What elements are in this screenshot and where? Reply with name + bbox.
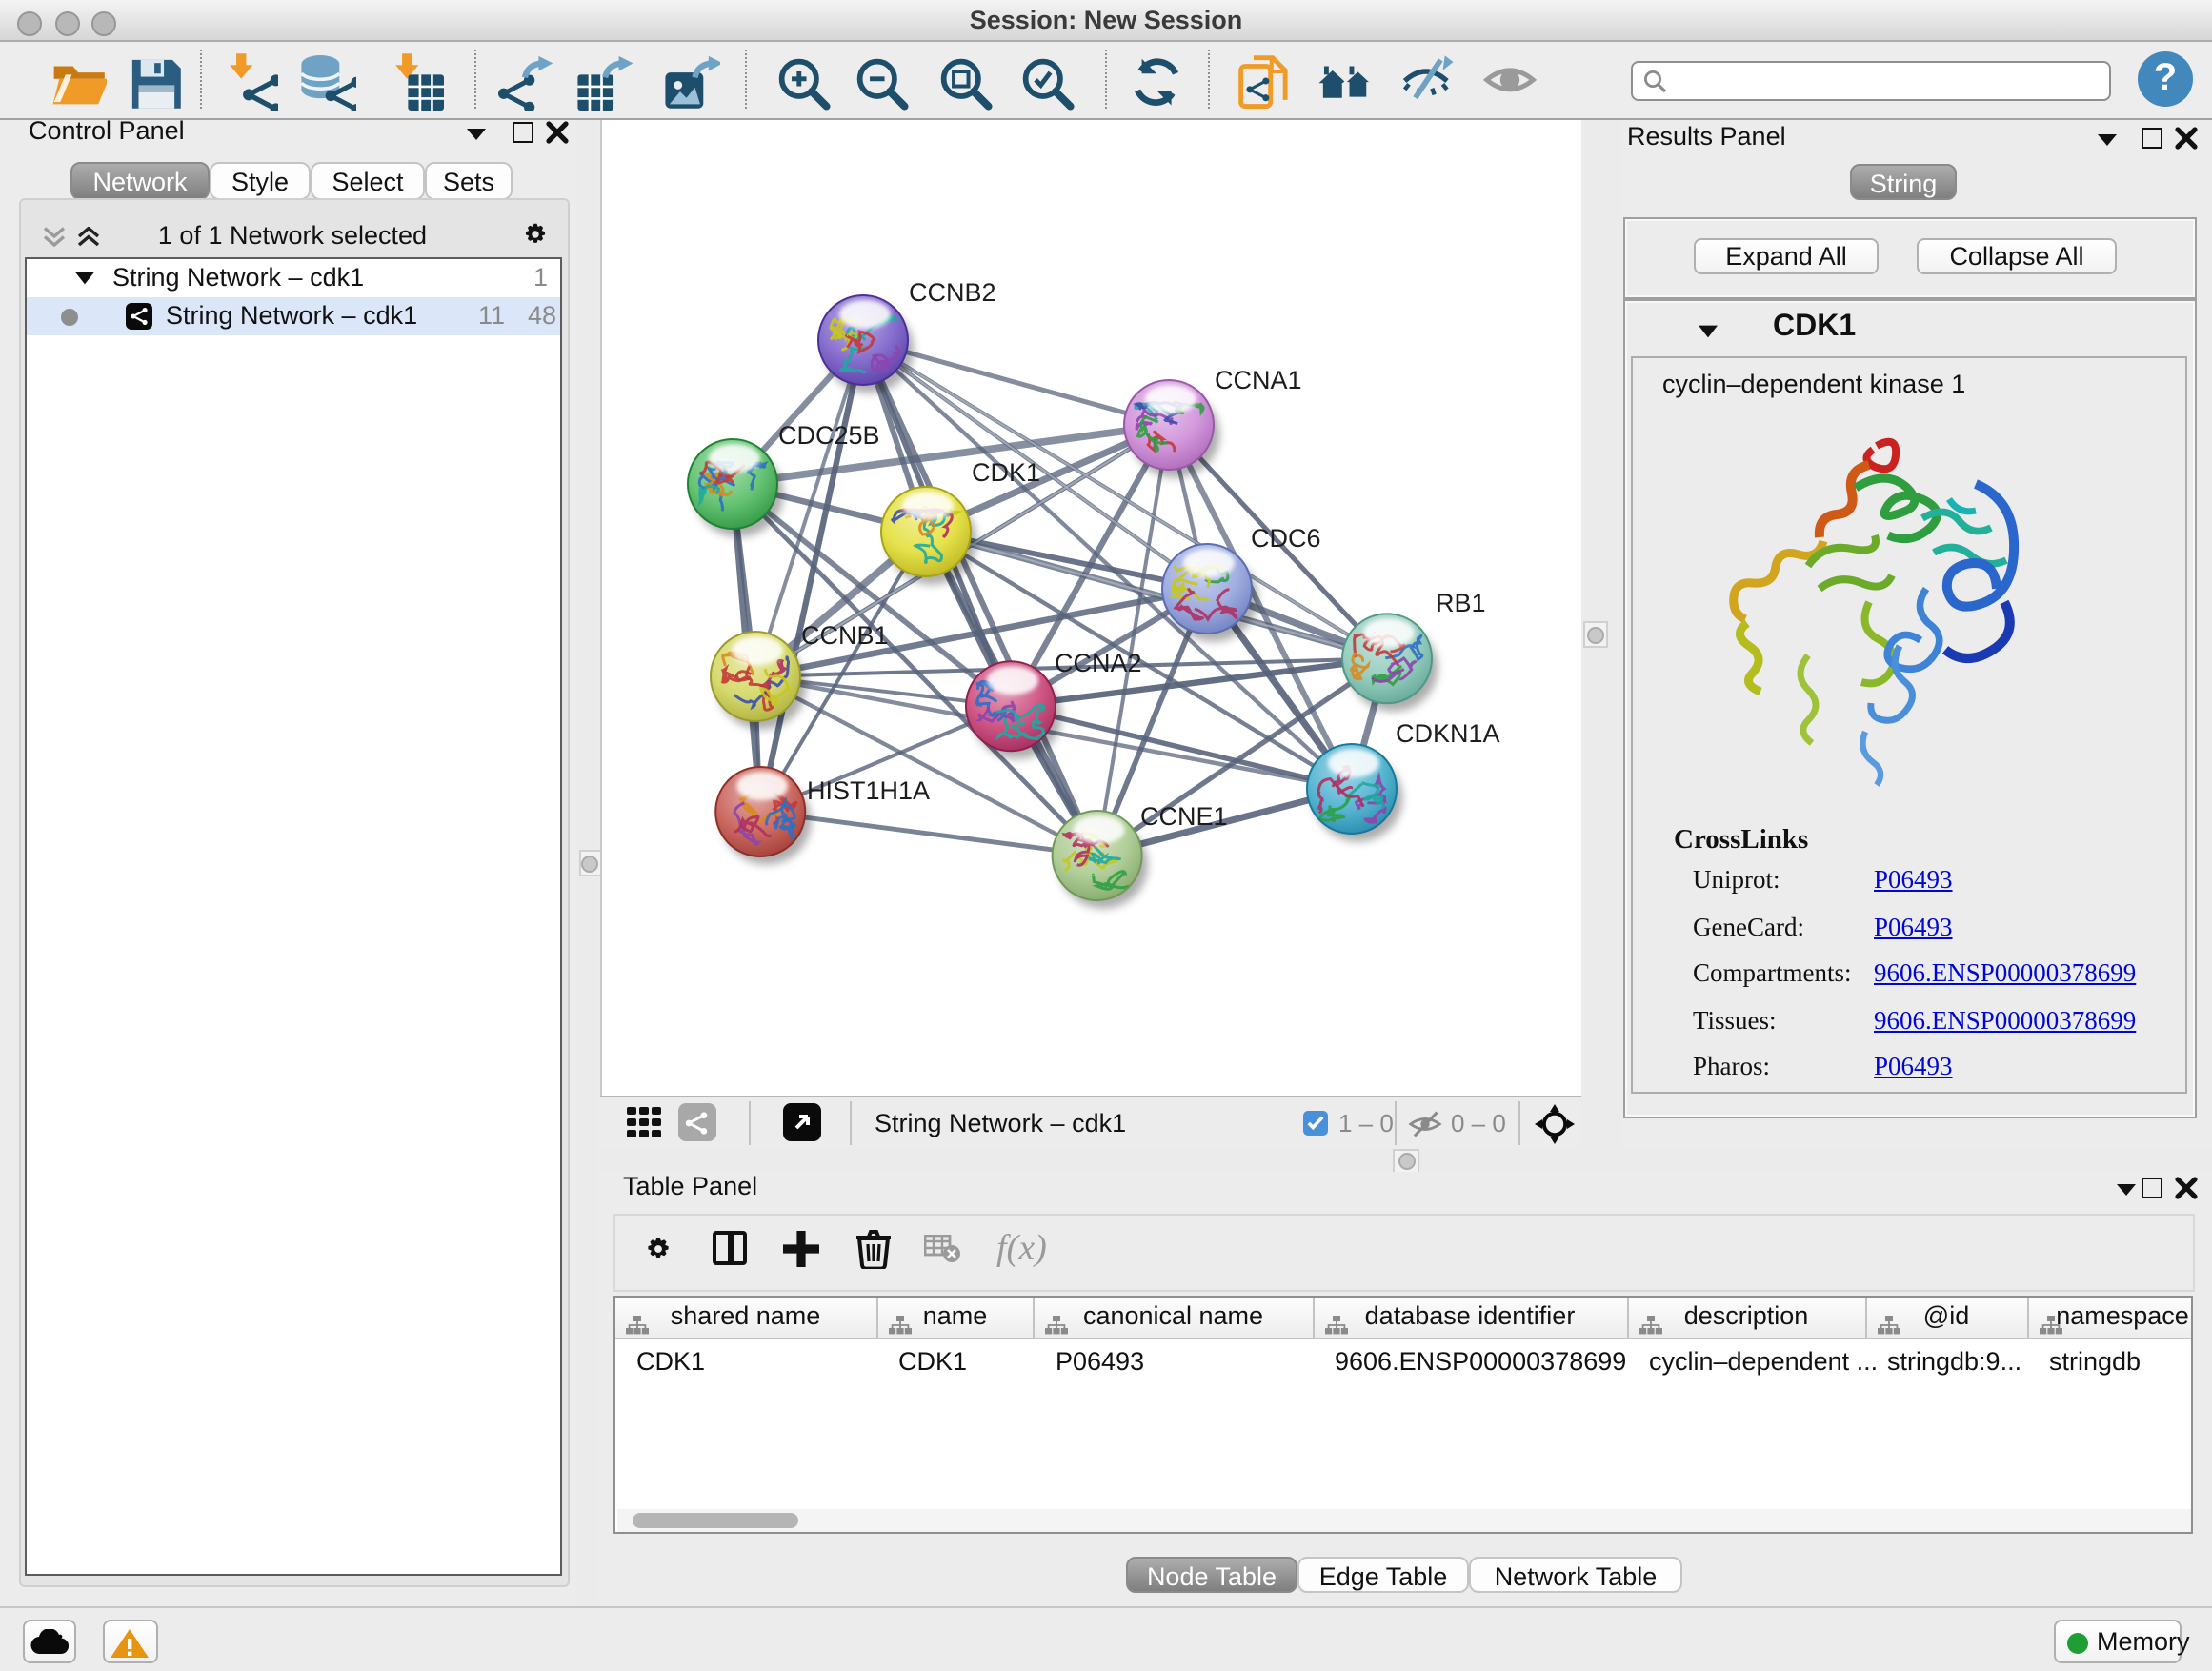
svg-text:CDK1: CDK1 — [971, 458, 1039, 487]
svg-text:CCNE1: CCNE1 — [1139, 802, 1227, 831]
svg-text:CDKN1A: CDKN1A — [1395, 719, 1499, 748]
svg-text:CDC6: CDC6 — [1250, 524, 1320, 553]
svg-text:CCNA2: CCNA2 — [1054, 649, 1141, 677]
svg-text:CDC25B: CDC25B — [777, 421, 879, 450]
svg-text:HIST1H1A: HIST1H1A — [806, 776, 929, 805]
svg-text:CCNB2: CCNB2 — [908, 278, 995, 307]
svg-text:CCNB1: CCNB1 — [800, 621, 888, 650]
svg-text:CCNA1: CCNA1 — [1214, 366, 1301, 394]
svg-text:RB1: RB1 — [1435, 589, 1485, 617]
